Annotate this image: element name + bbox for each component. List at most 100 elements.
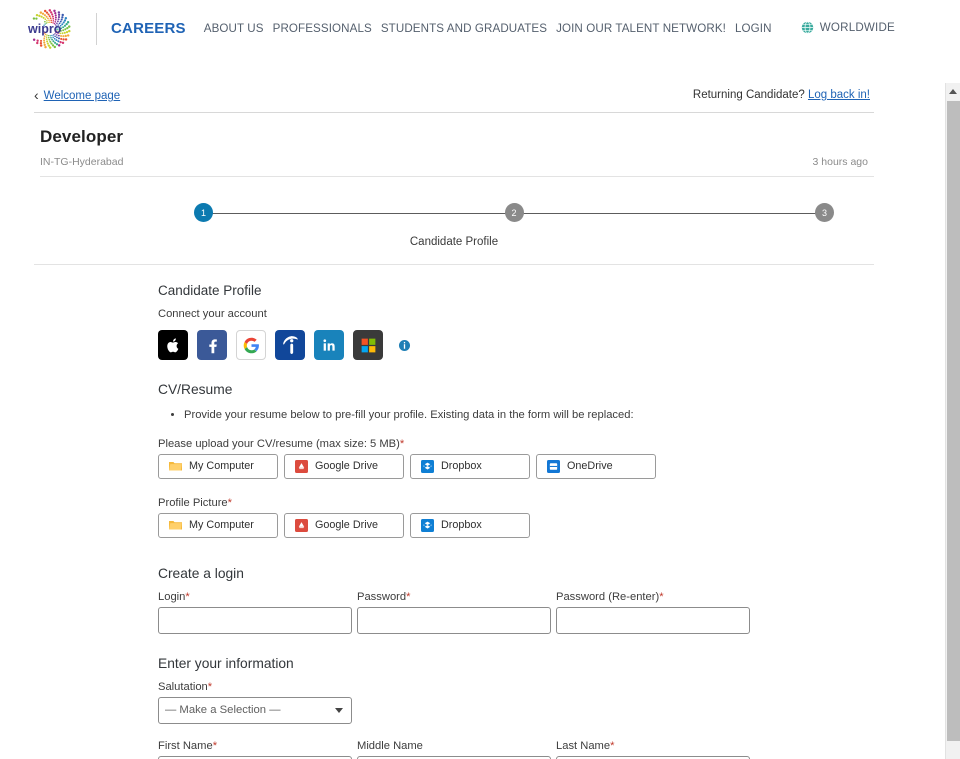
login-fields-row: Login* Password* Password (Re-enter)* xyxy=(158,591,874,634)
indeed-connect-button[interactable] xyxy=(275,330,305,360)
indeed-icon xyxy=(282,335,298,354)
salutation-select[interactable]: — Make a Selection — xyxy=(158,696,352,724)
connect-account-label: Connect your account xyxy=(158,308,267,320)
profile-picture-label-text: Profile Picture xyxy=(158,496,228,509)
login-label-text: Login xyxy=(158,590,186,603)
password-input[interactable] xyxy=(357,606,551,634)
profile-picture-upload-buttons: My Computer Google Drive Dropbox xyxy=(158,512,874,538)
step-2[interactable]: 2 xyxy=(504,203,524,222)
upload-cv-label: Please upload your CV/resume (max size: … xyxy=(158,438,874,450)
microsoft-icon xyxy=(361,338,375,352)
password-reenter-label-text: Password (Re-enter) xyxy=(556,590,660,603)
progress-stepper-wrap: 1 2 3 Candidate Profile xyxy=(34,203,874,265)
returning-candidate-label: Returning Candidate? xyxy=(692,89,805,101)
scrollbar-thumb[interactable] xyxy=(947,101,960,741)
cv-my-computer-label: My Computer xyxy=(189,460,254,473)
password-reenter-input[interactable] xyxy=(556,606,750,634)
cv-dropbox-button[interactable]: Dropbox xyxy=(410,453,530,479)
wipro-logo[interactable]: wipro xyxy=(24,7,76,51)
apple-icon xyxy=(166,337,178,352)
dropbox-icon xyxy=(421,459,434,473)
required-marker: * xyxy=(610,739,615,752)
cv-dropbox-label: Dropbox xyxy=(441,460,482,473)
pic-dropbox-label: Dropbox xyxy=(441,519,482,532)
panel-scrollbar[interactable] xyxy=(945,83,960,759)
required-marker: * xyxy=(399,437,405,450)
facebook-icon xyxy=(208,338,217,353)
password-field-group: Password* xyxy=(357,591,551,634)
first-name-label-text: First Name xyxy=(158,739,213,752)
cv-onedrive-button[interactable]: OneDrive xyxy=(536,453,656,479)
middle-name-group: Middle Name xyxy=(357,740,551,759)
linkedin-connect-button[interactable] xyxy=(314,330,344,360)
nav-item-students-and-graduates[interactable]: STUDENTS AND GRADUATES xyxy=(381,22,547,35)
cv-google-drive-button[interactable]: Google Drive xyxy=(284,453,404,479)
google-drive-icon xyxy=(295,518,308,532)
name-fields-row: First Name* Middle Name Last Name* xyxy=(158,740,874,759)
folder-icon xyxy=(169,519,182,532)
job-location: IN-TG-Hyderabad xyxy=(40,156,124,168)
onedrive-icon xyxy=(547,459,560,473)
returning-candidate: Returning Candidate? Log back in! xyxy=(693,89,874,101)
cv-onedrive-label: OneDrive xyxy=(567,460,613,473)
required-marker: * xyxy=(185,590,190,603)
apple-connect-button[interactable] xyxy=(158,330,188,360)
social-connect-row xyxy=(158,330,874,360)
facebook-connect-button[interactable] xyxy=(197,330,227,360)
password-reenter-field-group: Password (Re-enter)* xyxy=(556,591,750,634)
current-step-label: Candidate Profile xyxy=(409,236,499,248)
info-icon[interactable] xyxy=(398,339,411,352)
pic-my-computer-button[interactable]: My Computer xyxy=(158,512,278,538)
worldwide-selector[interactable]: WORLDWIDE xyxy=(801,21,895,34)
google-icon xyxy=(243,337,259,353)
nav-item-join-our-talent-network[interactable]: JOIN OUR TALENT NETWORK! xyxy=(556,22,726,35)
salutation-label-text: Salutation xyxy=(158,680,208,693)
job-header: Developer IN-TG-Hyderabad 3 hours ago xyxy=(34,113,874,177)
page-title: Developer xyxy=(40,127,124,146)
last-name-label: Last Name* xyxy=(556,740,750,752)
required-marker: * xyxy=(212,739,218,752)
required-marker: * xyxy=(659,590,664,603)
microsoft-connect-button[interactable] xyxy=(353,330,383,360)
resume-bullets: Provide your resume below to pre-fill yo… xyxy=(158,407,874,424)
required-marker: * xyxy=(406,590,411,603)
first-name-label: First Name* xyxy=(158,740,352,752)
header-divider xyxy=(96,12,97,45)
cv-google-drive-label: Google Drive xyxy=(315,460,379,473)
dropbox-icon xyxy=(421,518,434,532)
resume-bullet-item: Provide your resume below to pre-fill yo… xyxy=(184,407,874,424)
cv-my-computer-button[interactable]: My Computer xyxy=(158,453,278,479)
step-3[interactable]: 3 xyxy=(815,203,834,222)
welcome-page-label: Welcome page xyxy=(43,90,121,102)
upload-cv-label-text: Please upload your CV/resume (max size: … xyxy=(158,437,400,450)
nav-item-about-us[interactable]: ABOUT US xyxy=(204,22,264,35)
pic-dropbox-button[interactable]: Dropbox xyxy=(410,512,530,538)
svg-text:wipro: wipro xyxy=(27,22,62,36)
folder-icon xyxy=(169,460,182,473)
enter-information-heading: Enter your information xyxy=(158,655,294,671)
password-label-text: Password xyxy=(357,590,407,603)
nav-item-login[interactable]: LOGIN xyxy=(735,22,772,35)
salutation-label: Salutation* xyxy=(158,681,874,693)
nav-item-professionals[interactable]: PROFESSIONALS xyxy=(273,22,372,35)
form-body: Candidate Profile Connect your account C… xyxy=(34,265,874,759)
worldwide-label: WORLDWIDE xyxy=(819,21,895,34)
progress-stepper: 1 2 3 xyxy=(194,203,834,225)
wipro-logo-icon: wipro xyxy=(27,8,71,49)
globe-icon xyxy=(801,21,813,34)
log-back-in-link[interactable]: Log back in! xyxy=(808,89,870,101)
chevron-left-icon: ‹ xyxy=(34,87,39,103)
pic-my-computer-label: My Computer xyxy=(189,519,254,532)
step-1[interactable]: 1 xyxy=(194,203,213,222)
google-connect-button[interactable] xyxy=(236,330,266,360)
scroll-up-button[interactable] xyxy=(946,83,960,99)
job-posted-time: 3 hours ago xyxy=(812,156,868,168)
welcome-page-back-link[interactable]: ‹ Welcome page xyxy=(34,87,121,103)
candidate-profile-heading: Candidate Profile xyxy=(158,283,262,298)
password-reenter-label: Password (Re-enter)* xyxy=(556,591,750,603)
login-label: Login* xyxy=(158,591,352,603)
pic-google-drive-button[interactable]: Google Drive xyxy=(284,512,404,538)
salutation-select-wrap: — Make a Selection — xyxy=(158,696,352,724)
careers-link[interactable]: CAREERS xyxy=(111,20,186,37)
login-input[interactable] xyxy=(158,606,352,634)
